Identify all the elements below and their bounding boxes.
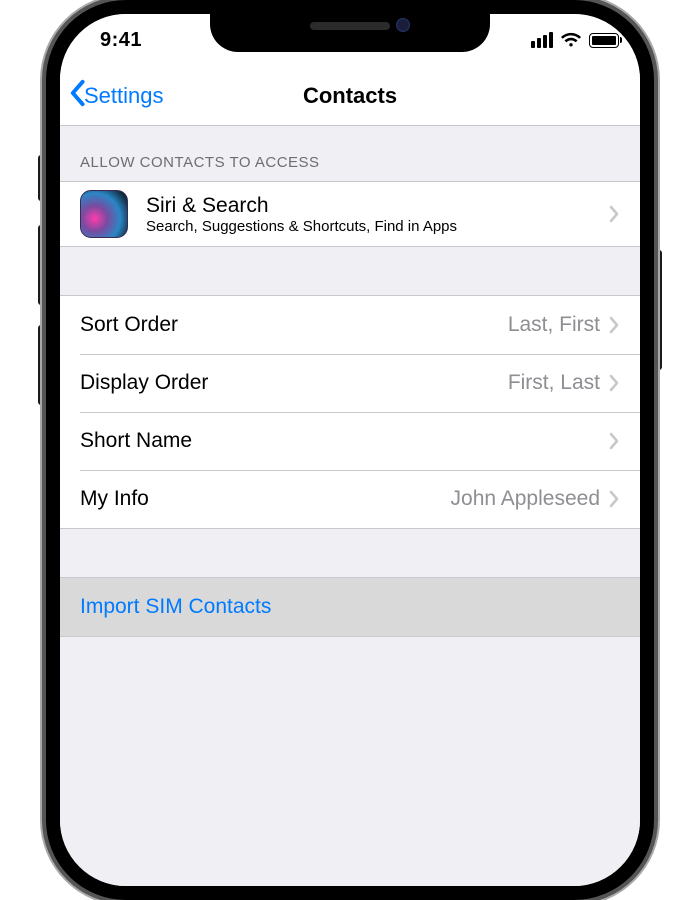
chevron-right-icon [608, 316, 620, 334]
my-info-value: John Appleseed [451, 487, 600, 511]
sort-order-label: Sort Order [80, 313, 508, 337]
device-notch [210, 0, 490, 52]
group-siri: Siri & Search Search, Suggestions & Shor… [60, 181, 640, 247]
status-time: 9:41 [100, 29, 142, 52]
display-order-label: Display Order [80, 371, 508, 395]
row-my-info[interactable]: My Info John Appleseed [60, 470, 640, 528]
row-sort-order[interactable]: Sort Order Last, First [60, 296, 640, 354]
sort-order-value: Last, First [508, 313, 600, 337]
back-button-label: Settings [84, 83, 164, 109]
content-area: Allow Contacts to Access Siri & Search S… [60, 126, 640, 886]
chevron-right-icon [608, 374, 620, 392]
group-name-settings: Sort Order Last, First Display Order Fir… [60, 295, 640, 529]
section-header-access: Allow Contacts to Access [60, 126, 640, 181]
chevron-right-icon [608, 490, 620, 508]
row-short-name[interactable]: Short Name [60, 412, 640, 470]
back-button[interactable]: Settings [68, 79, 164, 113]
phone-frame: 9:41 Settings Contac [46, 0, 654, 900]
navigation-bar: Settings Contacts [60, 66, 640, 126]
page-title: Contacts [303, 83, 397, 109]
chevron-right-icon [608, 205, 620, 223]
group-import: Import SIM Contacts [60, 577, 640, 637]
siri-icon [80, 190, 128, 238]
short-name-label: Short Name [80, 429, 600, 453]
wifi-icon [560, 32, 582, 48]
row-siri-search[interactable]: Siri & Search Search, Suggestions & Shor… [60, 182, 640, 246]
row-import-sim-contacts[interactable]: Import SIM Contacts [60, 578, 640, 636]
row-display-order[interactable]: Display Order First, Last [60, 354, 640, 412]
chevron-left-icon [68, 79, 84, 113]
battery-icon [589, 33, 622, 48]
cellular-signal-icon [531, 32, 553, 48]
siri-row-subtitle: Search, Suggestions & Shortcuts, Find in… [146, 218, 608, 235]
siri-row-title: Siri & Search [146, 194, 608, 218]
display-order-value: First, Last [508, 371, 600, 395]
my-info-label: My Info [80, 487, 451, 511]
import-sim-label: Import SIM Contacts [80, 595, 620, 619]
chevron-right-icon [608, 432, 620, 450]
